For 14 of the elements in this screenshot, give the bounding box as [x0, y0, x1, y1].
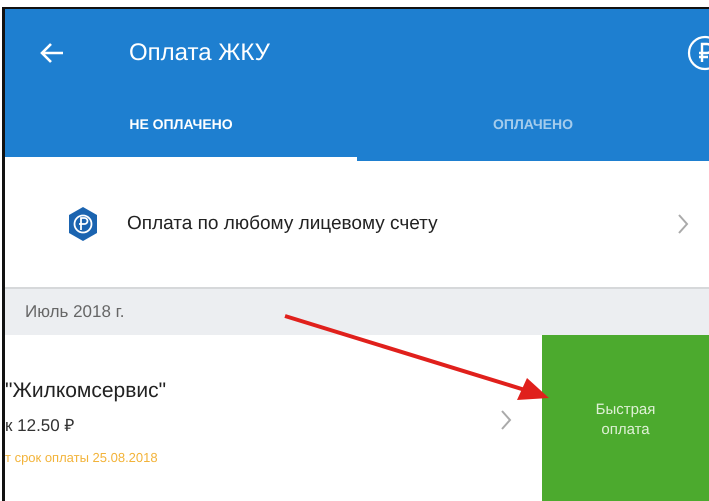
bill-row[interactable]: "Жилкомсервис" к 12.50 ₽ т срок оплаты 25.08.2018: [5, 335, 542, 501]
tab[interactable]: НЕ ОПЛАЧЕНО: [5, 97, 357, 161]
chevron-icon: [500, 409, 512, 431]
row-label: Оплата по любому лицевому счету: [127, 213, 439, 235]
chevron-icon: [677, 213, 689, 235]
section-title: Июль 2018 г.: [25, 302, 124, 322]
screen-title: Оплата ЖКУ: [129, 39, 271, 67]
provider-name: "Жилкомсервис": [5, 379, 168, 403]
due-date: т срок оплаты 25.08.2018: [5, 450, 159, 465]
ruble-hexagon-icon: [67, 206, 99, 242]
tab[interactable]: ОПЛАЧЕНО: [357, 97, 709, 161]
amount: к 12.50 ₽: [5, 415, 76, 436]
quick-pay-button[interactable]: Быстрая оплата: [542, 335, 709, 501]
back-arrow-icon[interactable]: [39, 42, 65, 64]
